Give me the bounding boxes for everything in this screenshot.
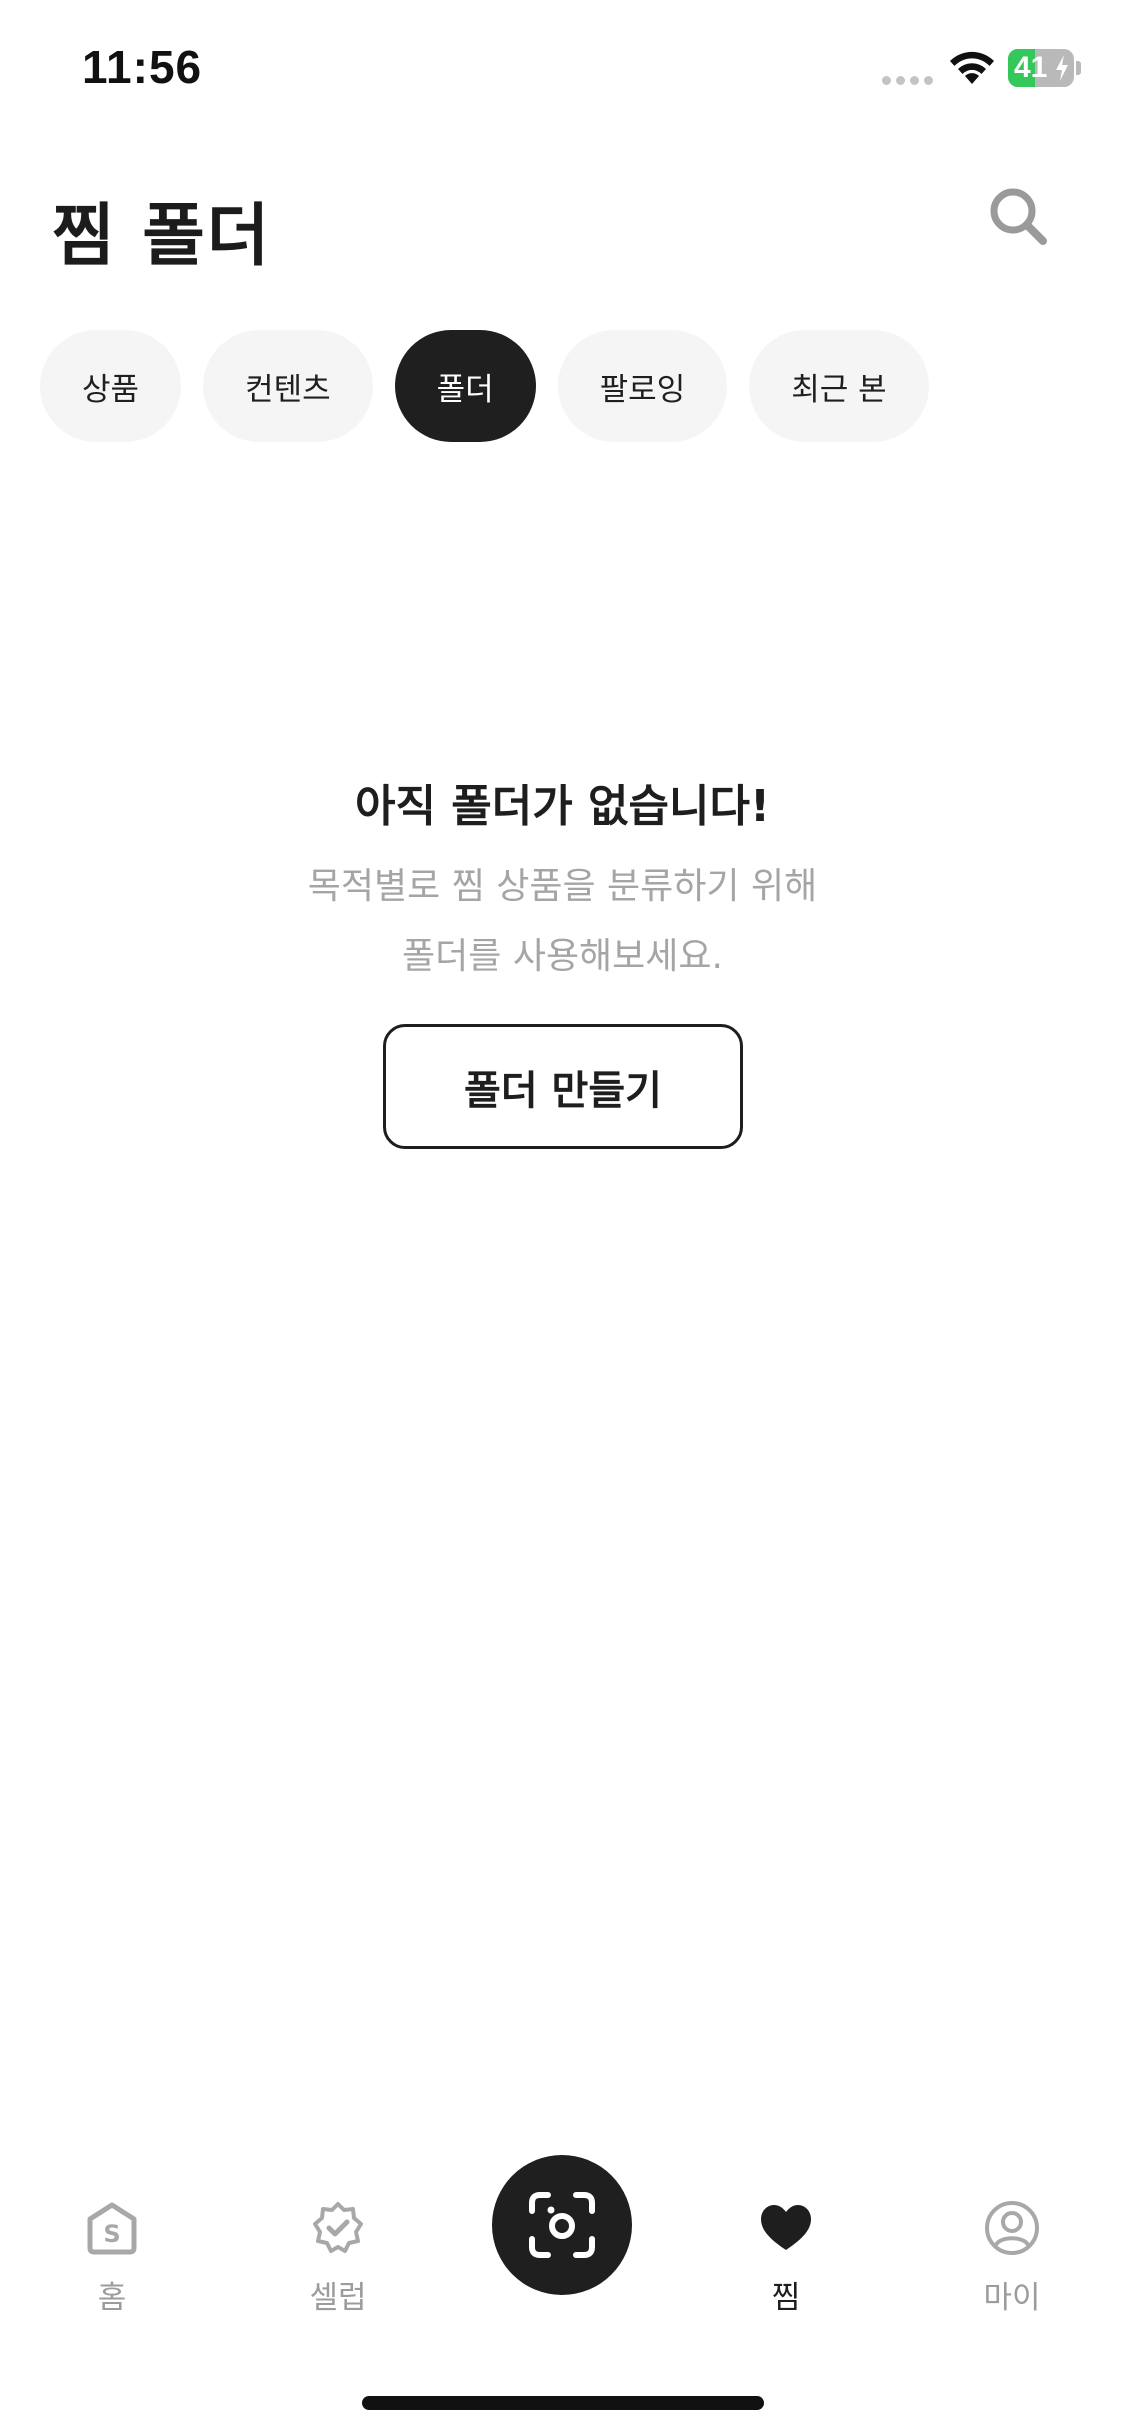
tab-celeb[interactable]: 셀럽: [268, 2200, 408, 2330]
heart-icon: [761, 2205, 811, 2250]
page-title: 찜 폴더: [52, 197, 272, 276]
chip-products[interactable]: 상품: [40, 330, 182, 442]
svg-text:S: S: [103, 2220, 120, 2248]
search-icon: [990, 188, 1047, 245]
filter-chip-row: 상품 컨텐츠 폴더 팔로잉 최근 본: [40, 330, 929, 442]
profile-icon: [985, 2201, 1039, 2255]
empty-state-title: 아직 폴더가 없습니다!: [354, 781, 771, 832]
status-bar: 11:56 41: [0, 0, 1125, 140]
tab-celeb-label: 셀럽: [309, 2280, 367, 2316]
tab-favorites-label: 찜: [771, 2280, 801, 2316]
battery-level: 41: [1014, 51, 1048, 84]
charging-bolt-icon: [1056, 55, 1068, 81]
camera-scan-button[interactable]: [492, 2155, 632, 2295]
battery-charging-icon: 41: [1008, 49, 1081, 87]
empty-state-description-line1: 목적별로 찜 상품을 분류하기 위해: [307, 866, 818, 907]
chip-contents[interactable]: 컨텐츠: [203, 330, 373, 442]
tab-home-label: 홈: [97, 2280, 127, 2316]
home-icon: S: [87, 2202, 137, 2255]
signal-icon: [882, 76, 936, 88]
camera-scan-icon: [529, 2192, 595, 2258]
home-indicator: [362, 2396, 764, 2410]
tab-home[interactable]: S 홈: [42, 2200, 182, 2330]
tab-my-label: 마이: [983, 2280, 1041, 2316]
tab-my[interactable]: 마이: [942, 2200, 1082, 2330]
search-button[interactable]: [986, 184, 1050, 248]
chip-following[interactable]: 팔로잉: [557, 330, 728, 442]
chip-folders[interactable]: 폴더: [394, 330, 536, 442]
empty-state-description-line2: 폴더를 사용해보세요.: [402, 936, 723, 977]
create-folder-button[interactable]: 폴더 만들기: [383, 1024, 743, 1149]
chip-recently-viewed[interactable]: 최근 본: [749, 330, 929, 442]
verified-badge-icon: [313, 2202, 363, 2253]
wifi-icon: [950, 51, 994, 84]
empty-state-description: 목적별로 찜 상품을 분류하기 위해 폴더를 사용해보세요.: [0, 852, 1125, 992]
tab-favorites[interactable]: 찜: [716, 2200, 856, 2330]
status-time: 11:56: [82, 41, 203, 93]
